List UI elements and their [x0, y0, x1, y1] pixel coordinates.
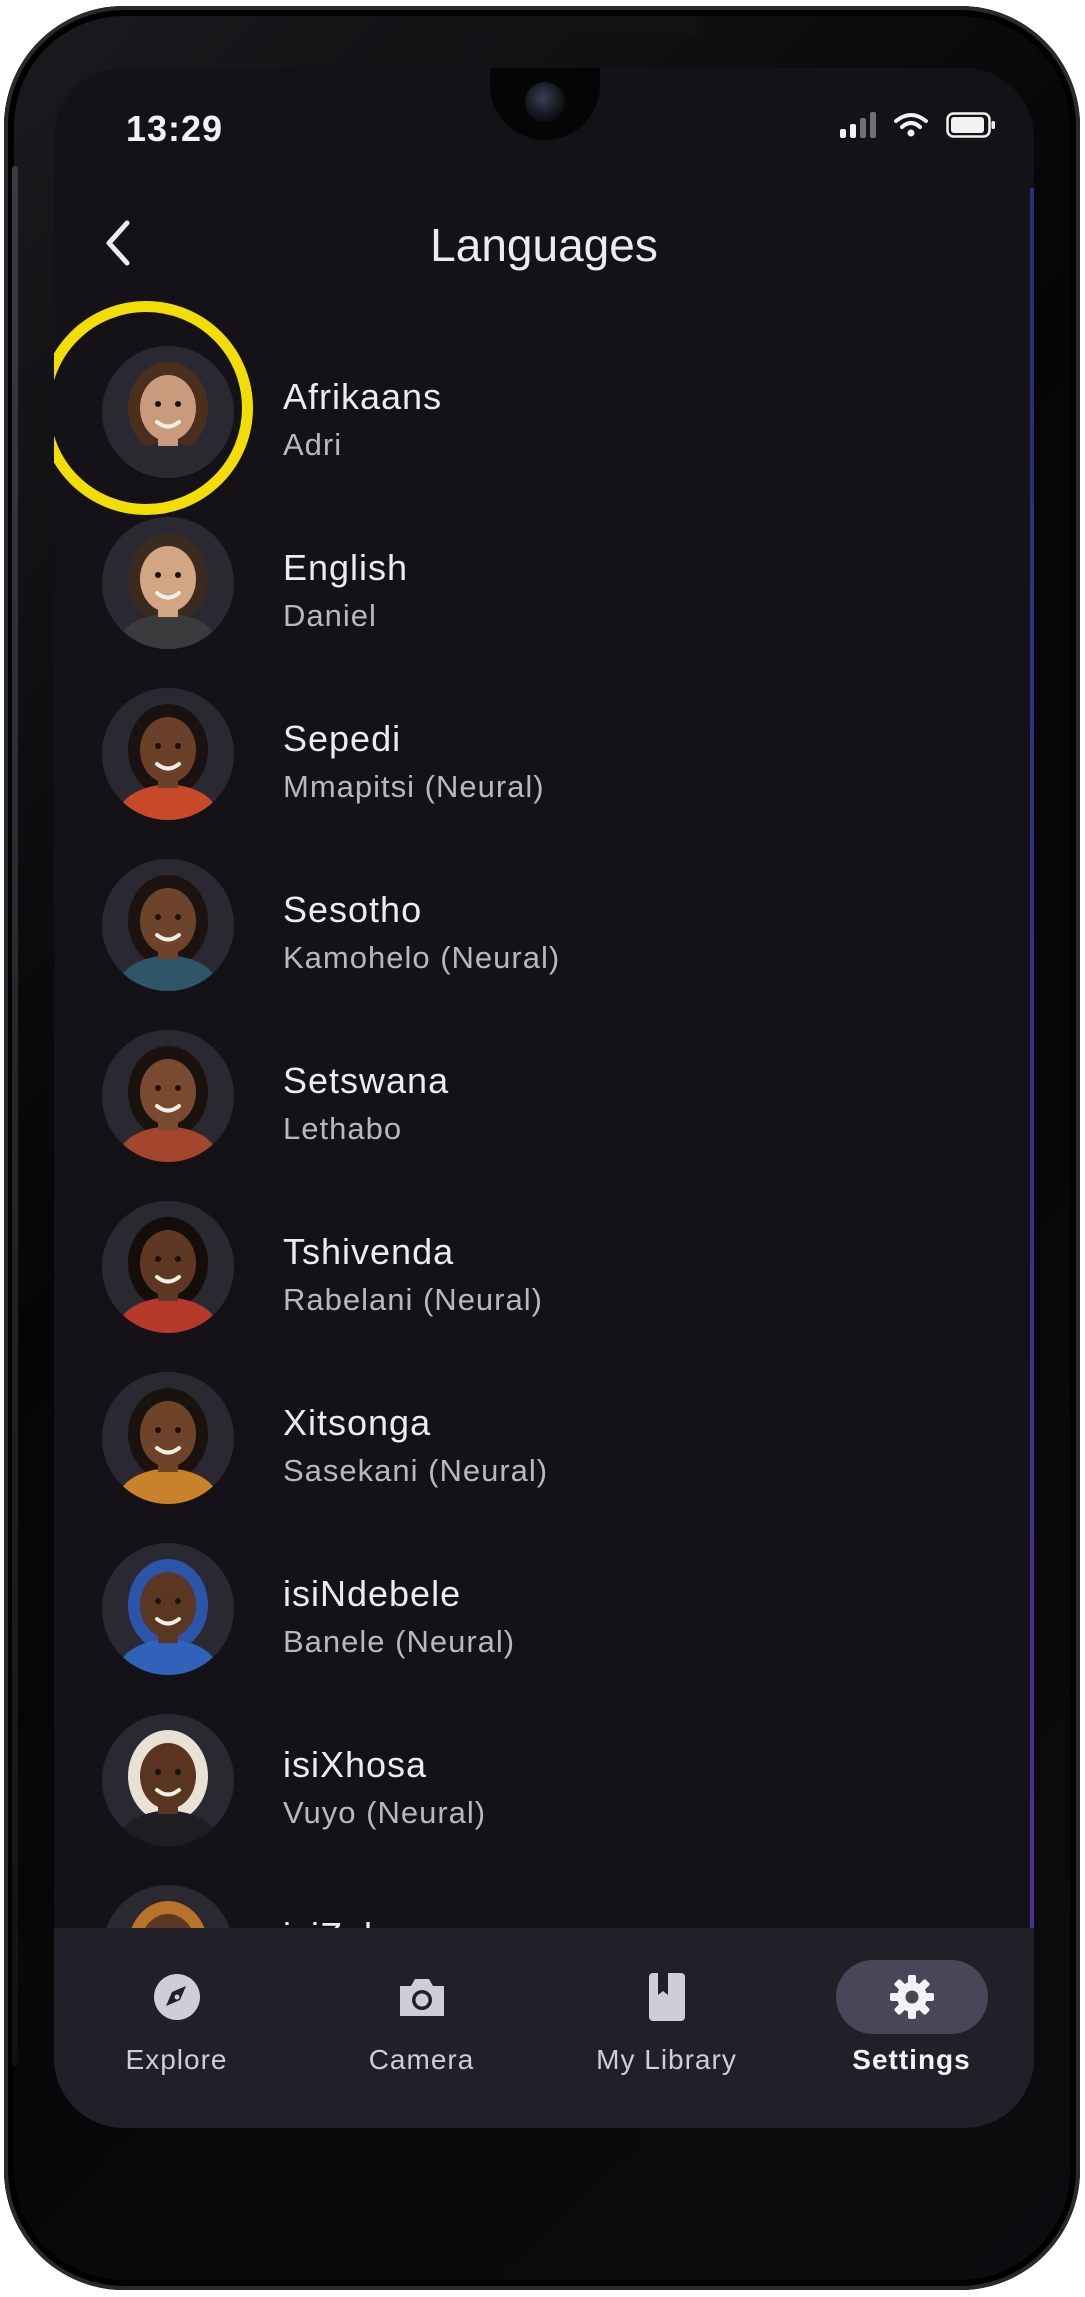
- language-name: isiNdebele: [283, 1573, 462, 1614]
- language-item-isixhosa[interactable]: isiXhosa Vuyo (Neural): [54, 1696, 1034, 1867]
- avatar: [102, 1030, 234, 1162]
- wifi-icon: [894, 113, 928, 137]
- voice-name: Mmapitsi (Neural): [283, 769, 545, 804]
- voice-name: Sasekani (Neural): [283, 1453, 549, 1488]
- status-icons: [840, 112, 996, 138]
- battery-icon: [946, 112, 995, 138]
- avatar: [102, 1372, 234, 1504]
- nav-camera-label: Camera: [368, 2044, 475, 2075]
- front-camera-icon: [525, 82, 565, 122]
- phone-speaker: [389, 18, 704, 34]
- avatar: [102, 1543, 234, 1675]
- language-name: Afrikaans: [283, 376, 443, 417]
- voice-name: Banele (Neural): [283, 1624, 516, 1659]
- voice-name: Rabelani (Neural): [283, 1282, 543, 1317]
- nav-library-label: My Library: [596, 2044, 737, 2075]
- language-name: Setswana: [283, 1060, 450, 1101]
- language-name: isiXhosa: [283, 1744, 428, 1785]
- voice-name: Adri: [283, 427, 343, 462]
- voice-name: Daniel: [283, 598, 377, 633]
- language-name: Tshivenda: [283, 1231, 455, 1272]
- avatar: [102, 859, 234, 991]
- avatar: [102, 346, 234, 478]
- nav-camera[interactable]: Camera: [299, 1928, 544, 2108]
- avatar: [102, 688, 234, 820]
- language-item-setswana[interactable]: Setswana Lethabo: [54, 1012, 1034, 1183]
- language-list[interactable]: Afrikaans Adri English Daniel Sepedi Mmapitsi…: [54, 301, 1034, 2038]
- language-item-tshivenda[interactable]: Tshivenda Rabelani (Neural): [54, 1183, 1034, 1354]
- status-time: 13:29: [126, 108, 224, 149]
- nav-explore-pill: [101, 1960, 253, 2034]
- language-item-afrikaans[interactable]: Afrikaans Adri: [54, 301, 1034, 515]
- avatar: [102, 1714, 234, 1846]
- nav-my-library[interactable]: My Library: [544, 1928, 789, 2108]
- language-name: Sesotho: [283, 889, 423, 930]
- language-name: Xitsonga: [283, 1402, 432, 1443]
- avatar: [102, 1201, 234, 1333]
- page-title: Languages: [430, 219, 658, 271]
- avatar: [102, 517, 234, 649]
- language-item-sepedi[interactable]: Sepedi Mmapitsi (Neural): [54, 670, 1034, 841]
- book-icon: [648, 1973, 685, 2021]
- language-item-isindebele[interactable]: isiNdebele Banele (Neural): [54, 1525, 1034, 1696]
- voice-name: Lethabo: [283, 1111, 403, 1146]
- screen: 13:29 Languages Afrikaans Adri English D…: [54, 68, 1034, 2128]
- language-item-sesotho[interactable]: Sesotho Kamohelo (Neural): [54, 841, 1034, 1012]
- language-item-xitsonga[interactable]: Xitsonga Sasekani (Neural): [54, 1354, 1034, 1525]
- phone-frame: 13:29 Languages Afrikaans Adri English D…: [4, 6, 1080, 2290]
- language-item-english[interactable]: English Daniel: [54, 499, 1034, 670]
- nav-camera-pill: [346, 1960, 498, 2034]
- phone-edge: [12, 166, 18, 2066]
- compass-icon: [153, 1974, 200, 2020]
- language-name: Sepedi: [283, 718, 402, 759]
- nav-settings-pill: [835, 1960, 988, 2034]
- language-name: English: [283, 547, 409, 588]
- camera-icon: [399, 1979, 444, 2016]
- nav-library-pill: [591, 1960, 743, 2034]
- voice-name: Kamohelo (Neural): [283, 940, 561, 975]
- nav-settings-label: Settings: [852, 2044, 971, 2075]
- nav-explore[interactable]: Explore: [54, 1928, 299, 2108]
- gear-icon: [889, 1975, 934, 2019]
- notch: [490, 68, 600, 140]
- voice-name: Vuyo (Neural): [283, 1795, 487, 1830]
- nav-explore-label: Explore: [125, 2044, 228, 2075]
- bottom-navigation: Explore Camera My Library Settings: [54, 1928, 1034, 2128]
- signal-icon: [840, 112, 876, 138]
- nav-settings[interactable]: Settings: [789, 1928, 1034, 2108]
